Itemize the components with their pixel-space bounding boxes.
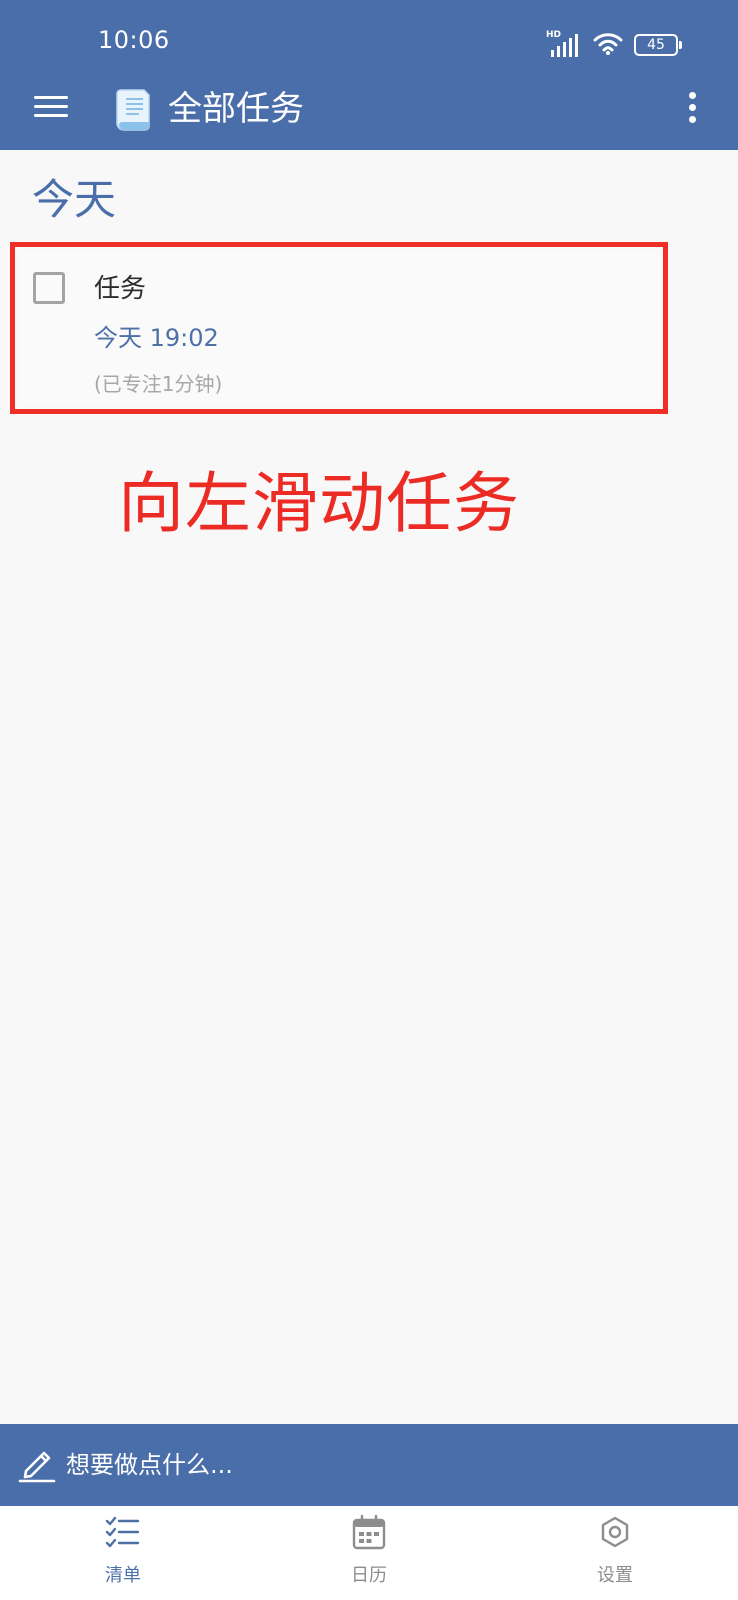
nav-item-list[interactable]: 清单 (0, 1506, 246, 1600)
checklist-icon (104, 1514, 142, 1552)
calendar-icon (350, 1514, 388, 1552)
document-icon (115, 88, 155, 132)
nav-item-settings[interactable]: 设置 (492, 1506, 738, 1600)
nav-label-calendar: 日历 (351, 1565, 387, 1586)
hd-signal-icon: HD (546, 30, 582, 58)
settings-icon (596, 1514, 634, 1552)
wifi-icon (592, 30, 624, 60)
nav-label-list: 清单 (105, 1565, 141, 1586)
section-title: 今天 (32, 175, 117, 224)
pencil-icon (18, 1445, 56, 1483)
page-title: 全部任务 (168, 89, 304, 129)
hd-label: HD (546, 30, 562, 40)
status-icons: HD 45 (546, 30, 682, 60)
battery-icon: 45 (634, 34, 682, 56)
battery-level: 45 (647, 37, 665, 53)
nav-item-calendar[interactable]: 日历 (246, 1506, 492, 1600)
bottom-navigation: 清单 日历 设置 (0, 1506, 738, 1600)
menu-button[interactable] (32, 90, 72, 124)
top-app-bar: 10:06 HD 45 全部任务 (0, 0, 738, 150)
nav-label-settings: 设置 (597, 1565, 633, 1586)
quick-add-bar[interactable]: 想要做点什么... (0, 1424, 738, 1506)
quick-add-input[interactable]: 想要做点什么... (66, 1447, 233, 1483)
task-highlight-box (10, 242, 668, 414)
more-options-button[interactable] (686, 91, 698, 125)
status-time: 10:06 (98, 26, 170, 54)
swipe-instruction: 向左滑动任务 (118, 465, 520, 542)
